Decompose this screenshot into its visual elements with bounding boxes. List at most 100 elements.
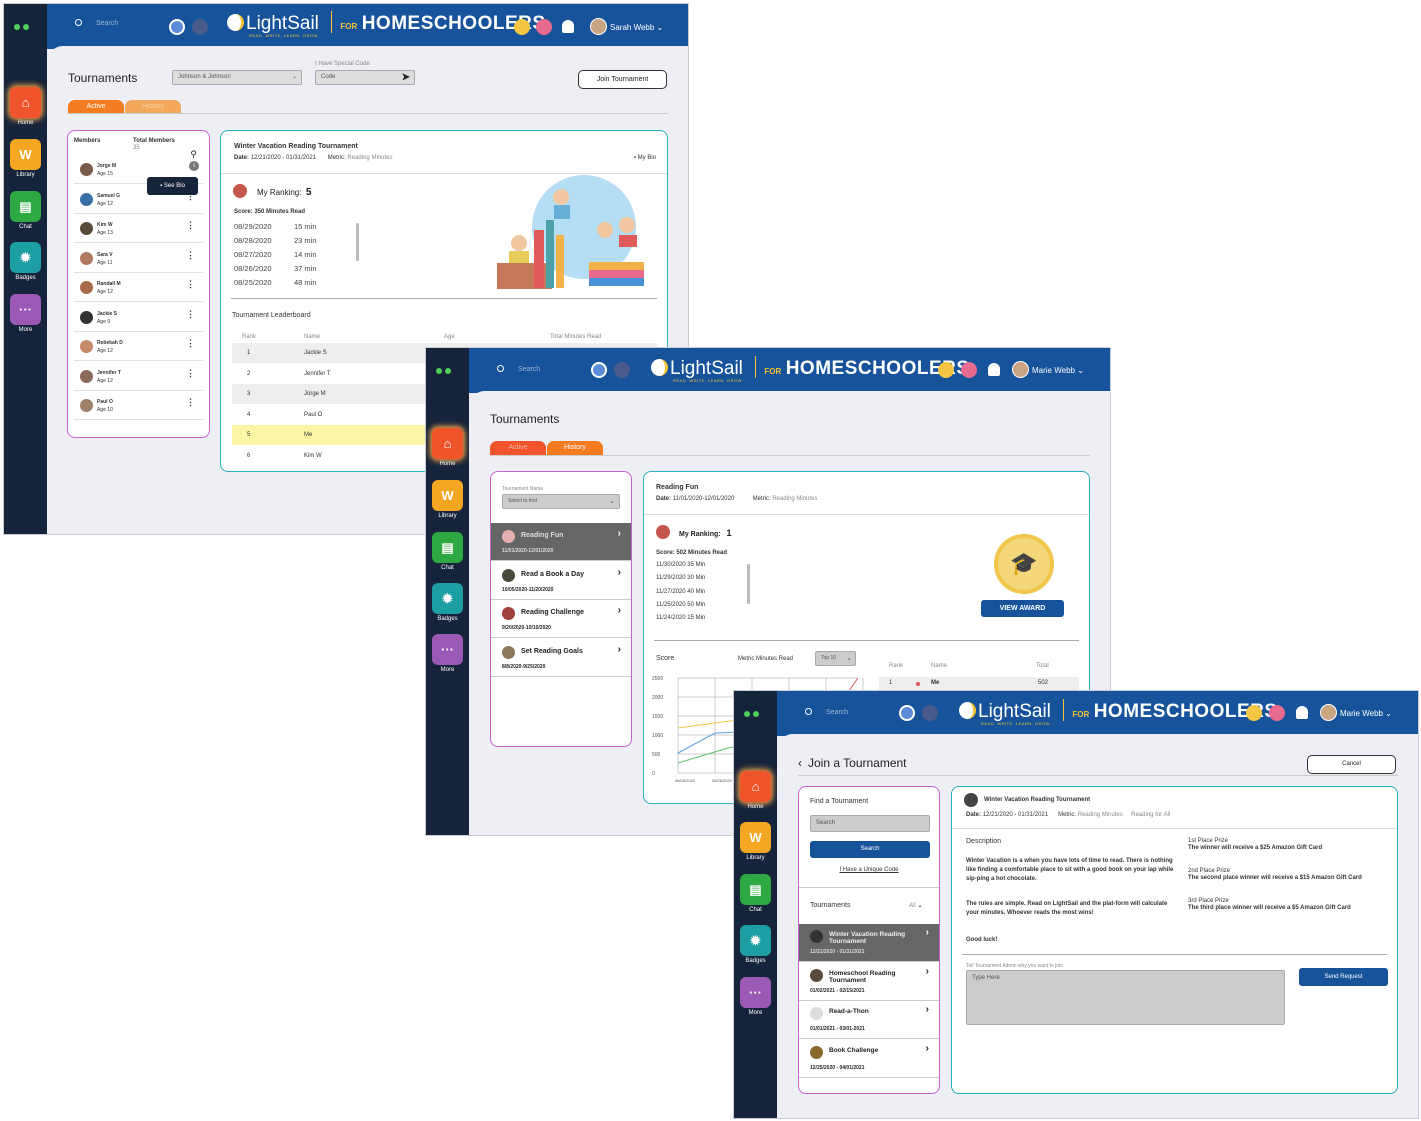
see-bio-tooltip[interactable]: ▪ See Bio	[147, 177, 198, 195]
tab-history[interactable]: History	[125, 100, 181, 114]
tournament-filter-select[interactable]: Select to find ⌄	[502, 494, 620, 509]
search-button[interactable]: Search	[810, 841, 930, 858]
back-chevron-icon[interactable]: ‹	[798, 756, 802, 770]
code-input[interactable]: Code ➤	[315, 70, 415, 85]
menu-list-icon[interactable]	[922, 705, 938, 721]
menu-list-icon[interactable]	[192, 19, 208, 35]
kebab-menu-icon[interactable]: ⋮	[186, 279, 195, 290]
nav-badges[interactable]: ✹ Badges	[9, 242, 42, 281]
stats-icon[interactable]	[1269, 705, 1285, 721]
chevron-right-icon: ›	[925, 965, 929, 977]
nav-home[interactable]: ⌂ Home	[431, 428, 464, 467]
top-n-select[interactable]: Top 10 ⌄	[815, 651, 856, 666]
book-icon[interactable]	[1246, 705, 1262, 721]
cancel-button[interactable]: Cancel	[1307, 755, 1396, 774]
book-icon[interactable]	[938, 362, 954, 378]
history-list-item[interactable]: Set Reading Goals 8/8/2020-9/25/2020 ›	[491, 638, 631, 677]
scrollbar[interactable]	[747, 564, 750, 604]
log-date: 08/26/2020	[234, 264, 272, 273]
tournament-search-input[interactable]: Search	[810, 815, 930, 832]
tournament-dates: 12/25/2020 - 04/01/2021	[810, 1064, 865, 1071]
member-row[interactable]: Rebekah D Age 12 ⋮	[74, 332, 203, 361]
chevron-right-icon: ›	[617, 605, 621, 616]
user-name: Marie Webb ⌄	[1340, 709, 1392, 718]
leaderboard-row[interactable]: 1 Me 502	[879, 677, 1079, 690]
member-name: Rebekah D	[97, 340, 123, 346]
admin-message-textarea[interactable]: Type Here	[966, 970, 1285, 1025]
search-field[interactable]: Search	[805, 708, 848, 716]
avatar	[964, 793, 978, 807]
menu-list-icon[interactable]	[614, 362, 630, 378]
bell-icon[interactable]	[562, 20, 574, 33]
description-p1: Winter Vacation is a when you have lots …	[966, 858, 1174, 882]
tab-active[interactable]: Active	[490, 441, 546, 455]
stats-icon[interactable]	[536, 19, 552, 35]
nav-badges[interactable]: ✹ Badges	[739, 925, 772, 964]
lb-name: Me	[931, 680, 940, 686]
globe-icon[interactable]	[591, 362, 607, 378]
nav-library[interactable]: W Library	[739, 822, 772, 861]
tournament-list-item[interactable]: Book Challenge 12/25/2020 - 04/01/2021 ›	[799, 1039, 939, 1078]
user-menu[interactable]: Marie Webb ⌄	[1012, 361, 1084, 378]
filter-select[interactable]: All ⌄	[909, 902, 922, 909]
submit-arrow-icon[interactable]: ➤	[402, 71, 410, 84]
log-row: 11/24/2020 15 Min	[656, 615, 706, 622]
nav-chat[interactable]: ▤ Chat	[739, 874, 772, 913]
my-bio-link[interactable]: ▪ My Bio	[634, 155, 656, 161]
member-row[interactable]: Jennifer T Age 12 ⋮	[74, 362, 203, 391]
search-field[interactable]: Search	[75, 19, 118, 27]
nav-home[interactable]: ⌂ Home	[9, 87, 42, 126]
member-row[interactable]: Sara V Age 11 ⋮	[74, 244, 203, 273]
bell-icon[interactable]	[988, 363, 1000, 376]
kebab-menu-icon[interactable]: ⋮	[186, 220, 195, 231]
history-list-item[interactable]: Reading Challenge 9/20/2020-10/10/2020 ›	[491, 600, 631, 638]
search-field[interactable]: Search	[497, 365, 540, 373]
tab-active[interactable]: Active	[68, 100, 124, 114]
nav-more[interactable]: ··· More	[431, 634, 464, 673]
join-tournament-button[interactable]: Join Tournament	[578, 70, 667, 89]
send-request-button[interactable]: Send Request	[1299, 968, 1388, 986]
kebab-menu-icon[interactable]: ⋮	[186, 338, 195, 349]
nav-badges[interactable]: ✹ Badges	[431, 583, 464, 622]
org-select[interactable]: Johnson & Johnson ⌄	[172, 70, 302, 85]
globe-icon[interactable]	[169, 19, 185, 35]
tournament-list-item[interactable]: Homeschool Reading Tournament 01/02/2021 …	[799, 962, 939, 1001]
nav-chat[interactable]: ▤ Chat	[9, 191, 42, 230]
lb-total: 502	[1038, 680, 1049, 686]
side-nav: ⌂ Home W Library ▤ Chat ✹ Badges ··· Mor…	[734, 691, 777, 1118]
tournament-list-item[interactable]: Read-a-Thon 01/01/2021 - 03/01-2021 ›	[799, 1001, 939, 1039]
kebab-menu-icon[interactable]: ⋮	[186, 368, 195, 379]
history-list-item[interactable]: Read a Book a Day 10/05/2020-11/20/2020 ›	[491, 561, 631, 600]
bell-icon[interactable]	[1296, 706, 1308, 719]
lightsail-logo: LightSail READ. WRITE. LEARN. GROW. FOR …	[959, 699, 1278, 726]
user-menu[interactable]: Sarah Webb ⌄	[590, 18, 663, 35]
globe-icon[interactable]	[899, 705, 915, 721]
nav-home[interactable]: ⌂ Home	[739, 771, 772, 810]
tab-history[interactable]: History	[547, 441, 603, 455]
avatar	[656, 525, 670, 539]
kebab-menu-icon[interactable]: ⋮	[186, 309, 195, 320]
history-list-item[interactable]: Reading Fun 11/01/2020-12/01/2020 ›	[491, 523, 631, 561]
unique-code-link[interactable]: I Have a Unique Code	[799, 867, 939, 873]
member-row[interactable]: Randall M Age 12 ⋮	[74, 273, 203, 302]
member-row[interactable]: Jackie S Age 9 ⋮	[74, 303, 203, 332]
member-row[interactable]: Kim W Age 13 ⋮	[74, 214, 203, 243]
nav-chat[interactable]: ▤ Chat	[431, 532, 464, 571]
nav-more[interactable]: ··· More	[739, 977, 772, 1016]
nav-library[interactable]: W Library	[431, 480, 464, 519]
tournament-title: Winter Vacation Reading Tournament	[829, 931, 906, 945]
nav-more[interactable]: ··· More	[9, 294, 42, 333]
kebab-menu-icon[interactable]: ⋮	[186, 250, 195, 261]
view-award-button[interactable]: VIEW AWARD	[981, 600, 1064, 617]
kebab-menu-icon[interactable]: ⋮	[186, 397, 195, 408]
scrollbar[interactable]	[356, 223, 359, 261]
nav-library[interactable]: W Library	[9, 139, 42, 178]
chart-score-label: Score	[656, 655, 675, 662]
y-tick-label: 1500	[652, 714, 663, 720]
metric-label: Metric:	[752, 496, 771, 502]
member-row[interactable]: Paul O Age 10 ⋮	[74, 391, 203, 420]
book-icon[interactable]	[514, 19, 530, 35]
user-menu[interactable]: Marie Webb ⌄	[1320, 704, 1392, 721]
stats-icon[interactable]	[961, 362, 977, 378]
tournament-list-item[interactable]: Winter Vacation Reading Tournament 12/21/…	[799, 924, 939, 962]
